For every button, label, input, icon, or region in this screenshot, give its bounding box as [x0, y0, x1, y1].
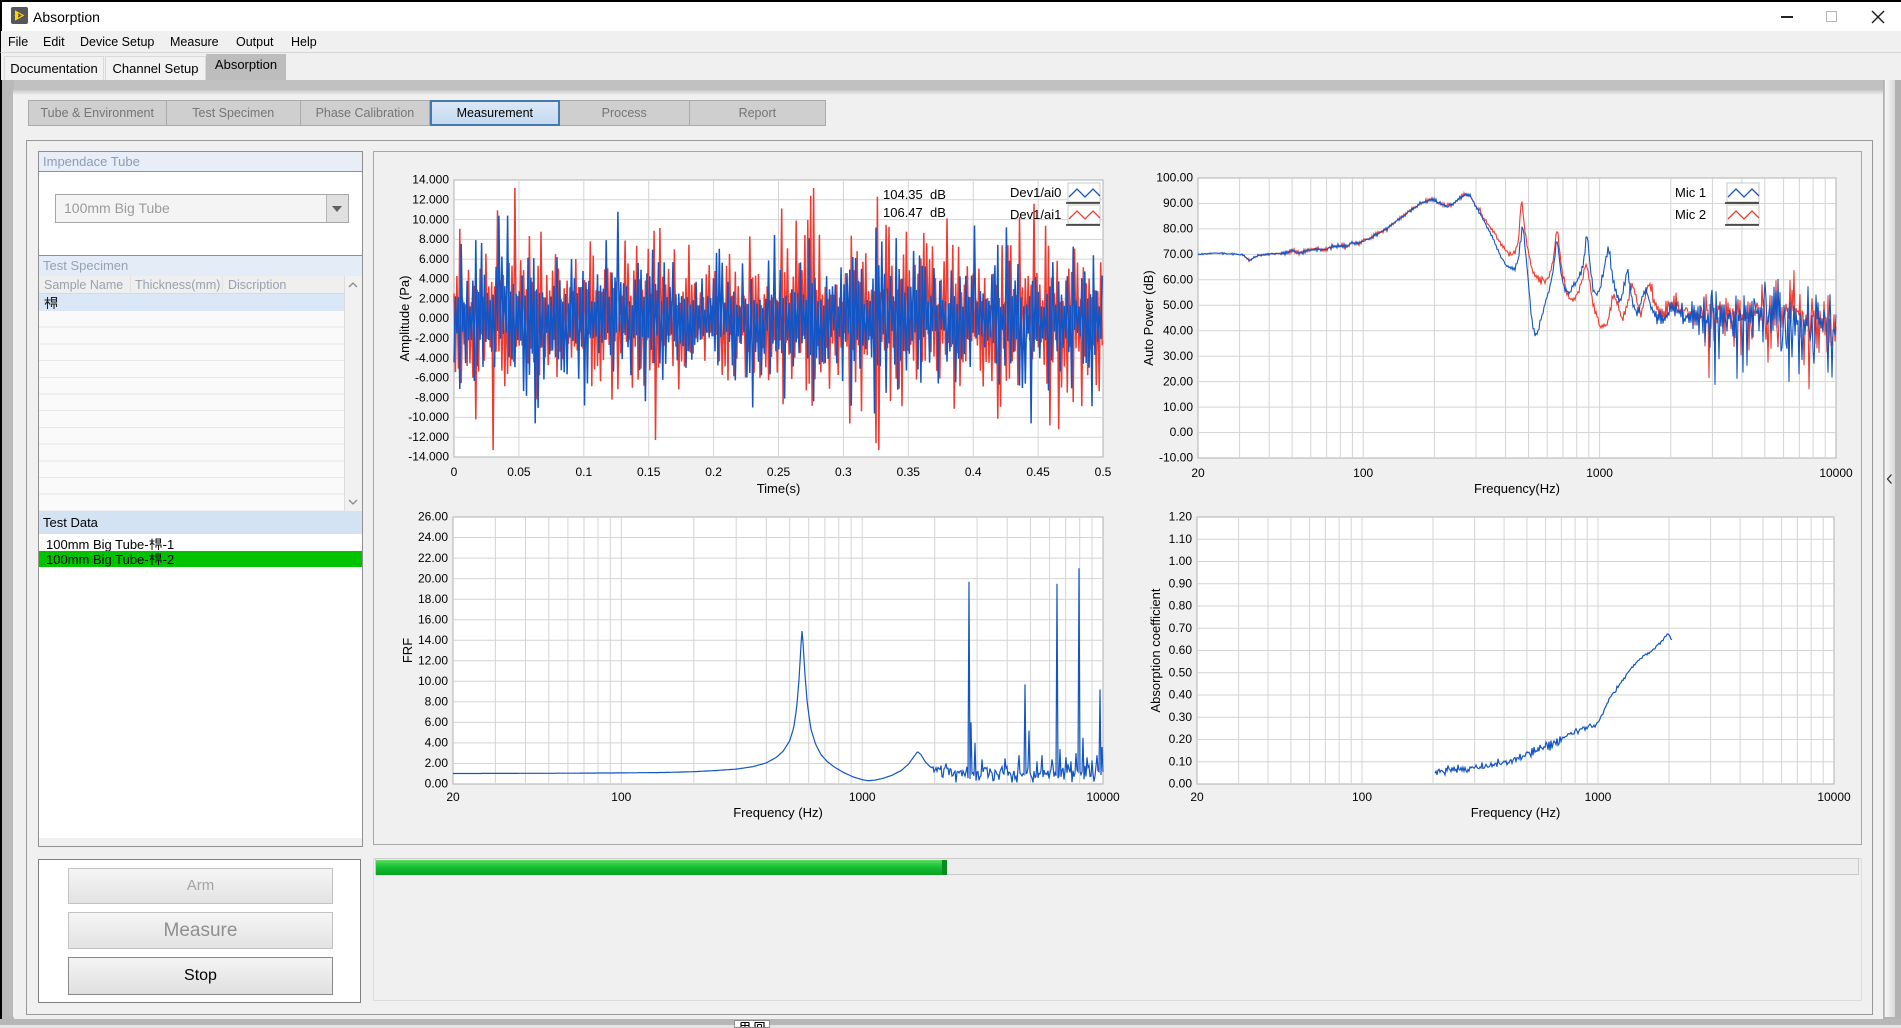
svg-text:0.20: 0.20	[1169, 732, 1193, 746]
svg-text:14.000: 14.000	[412, 173, 449, 187]
svg-text:20: 20	[1190, 790, 1204, 804]
svg-text:-6.000: -6.000	[415, 371, 449, 385]
svg-text:24.00: 24.00	[418, 530, 448, 544]
svg-text:8.00: 8.00	[425, 694, 449, 708]
svg-text:2.000: 2.000	[419, 291, 449, 305]
svg-text:4.00: 4.00	[425, 736, 449, 750]
svg-text:0.60: 0.60	[1169, 643, 1193, 657]
svg-text:-4.000: -4.000	[415, 351, 449, 365]
svg-text:100: 100	[1353, 466, 1373, 480]
svg-text:Frequency (Hz): Frequency (Hz)	[1471, 805, 1561, 820]
svg-text:0.000: 0.000	[419, 311, 449, 325]
svg-text:-10.00: -10.00	[1159, 451, 1193, 465]
svg-text:10000: 10000	[1086, 790, 1120, 804]
svg-text:106.47 dB: 106.47 dB	[883, 205, 946, 220]
svg-text:20: 20	[1191, 466, 1205, 480]
svg-text:10.00: 10.00	[418, 674, 448, 688]
svg-text:Mic 2: Mic 2	[1675, 207, 1706, 222]
svg-text:0.00: 0.00	[425, 777, 449, 791]
svg-text:104.35 dB: 104.35 dB	[883, 187, 946, 202]
svg-text:4.000: 4.000	[419, 272, 449, 286]
svg-text:8.000: 8.000	[419, 232, 449, 246]
svg-text:Time(s): Time(s)	[757, 481, 801, 496]
svg-text:100: 100	[611, 790, 631, 804]
svg-text:20.00: 20.00	[418, 571, 448, 585]
svg-text:26.00: 26.00	[418, 510, 448, 524]
svg-text:90.00: 90.00	[1163, 196, 1193, 210]
svg-text:0.70: 0.70	[1169, 621, 1193, 635]
svg-text:20: 20	[446, 790, 460, 804]
svg-text:0.3: 0.3	[835, 465, 852, 479]
svg-text:6.00: 6.00	[425, 715, 449, 729]
svg-text:0.25: 0.25	[767, 465, 791, 479]
svg-text:0.80: 0.80	[1169, 599, 1193, 613]
svg-text:-8.000: -8.000	[415, 390, 449, 404]
svg-text:0.05: 0.05	[507, 465, 531, 479]
svg-text:Dev1/ai0: Dev1/ai0	[1010, 185, 1061, 200]
svg-text:0.15: 0.15	[637, 465, 661, 479]
svg-text:12.00: 12.00	[418, 653, 448, 667]
svg-text:100: 100	[1352, 790, 1372, 804]
svg-text:0.1: 0.1	[575, 465, 592, 479]
svg-text:6.000: 6.000	[419, 252, 449, 266]
svg-text:1000: 1000	[849, 790, 876, 804]
svg-text:18.00: 18.00	[418, 592, 448, 606]
svg-text:10.000: 10.000	[412, 212, 449, 226]
svg-text:Dev1/ai1: Dev1/ai1	[1010, 207, 1061, 222]
svg-text:16.00: 16.00	[418, 612, 448, 626]
svg-text:1.20: 1.20	[1169, 510, 1193, 524]
svg-text:Amplitude (Pa): Amplitude (Pa)	[397, 276, 412, 362]
svg-text:1000: 1000	[1585, 790, 1612, 804]
svg-text:30.00: 30.00	[1163, 349, 1193, 363]
svg-text:-14.000: -14.000	[408, 450, 449, 464]
svg-text:Frequency(Hz): Frequency(Hz)	[1474, 481, 1560, 496]
svg-text:0.30: 0.30	[1169, 710, 1193, 724]
svg-text:60.00: 60.00	[1163, 272, 1193, 286]
svg-text:0.2: 0.2	[705, 465, 722, 479]
svg-text:-12.000: -12.000	[408, 430, 449, 444]
svg-text:0.50: 0.50	[1169, 665, 1193, 679]
svg-text:10000: 10000	[1819, 466, 1853, 480]
svg-text:20.00: 20.00	[1163, 374, 1193, 388]
svg-text:12.000: 12.000	[412, 192, 449, 206]
svg-text:-2.000: -2.000	[415, 331, 449, 345]
svg-text:0.5: 0.5	[1095, 465, 1112, 479]
svg-text:0.40: 0.40	[1169, 688, 1193, 702]
svg-text:0: 0	[451, 465, 458, 479]
svg-text:Absorption coefficient: Absorption coefficient	[1148, 588, 1163, 712]
svg-text:50.00: 50.00	[1163, 298, 1193, 312]
svg-text:Mic 1: Mic 1	[1675, 185, 1706, 200]
svg-text:70.00: 70.00	[1163, 247, 1193, 261]
svg-text:0.45: 0.45	[1026, 465, 1050, 479]
svg-text:1000: 1000	[1586, 466, 1613, 480]
svg-text:0.10: 0.10	[1169, 754, 1193, 768]
svg-text:100.00: 100.00	[1156, 171, 1193, 185]
svg-text:1.10: 1.10	[1169, 532, 1193, 546]
svg-text:0.35: 0.35	[897, 465, 921, 479]
svg-text:1.00: 1.00	[1169, 554, 1193, 568]
svg-text:10000: 10000	[1817, 790, 1851, 804]
svg-text:Frequency (Hz): Frequency (Hz)	[733, 805, 823, 820]
svg-text:2.00: 2.00	[425, 756, 449, 770]
svg-text:14.00: 14.00	[418, 633, 448, 647]
svg-text:0.00: 0.00	[1170, 425, 1194, 439]
svg-text:0.90: 0.90	[1169, 576, 1193, 590]
svg-text:10.00: 10.00	[1163, 400, 1193, 414]
svg-text:Auto Power (dB): Auto Power (dB)	[1141, 270, 1156, 365]
svg-text:0.4: 0.4	[965, 465, 982, 479]
svg-text:0.00: 0.00	[1169, 777, 1193, 791]
svg-text:22.00: 22.00	[418, 551, 448, 565]
svg-text:80.00: 80.00	[1163, 222, 1193, 236]
svg-text:-10.000: -10.000	[408, 410, 449, 424]
svg-text:FRF: FRF	[400, 638, 415, 663]
svg-text:40.00: 40.00	[1163, 323, 1193, 337]
